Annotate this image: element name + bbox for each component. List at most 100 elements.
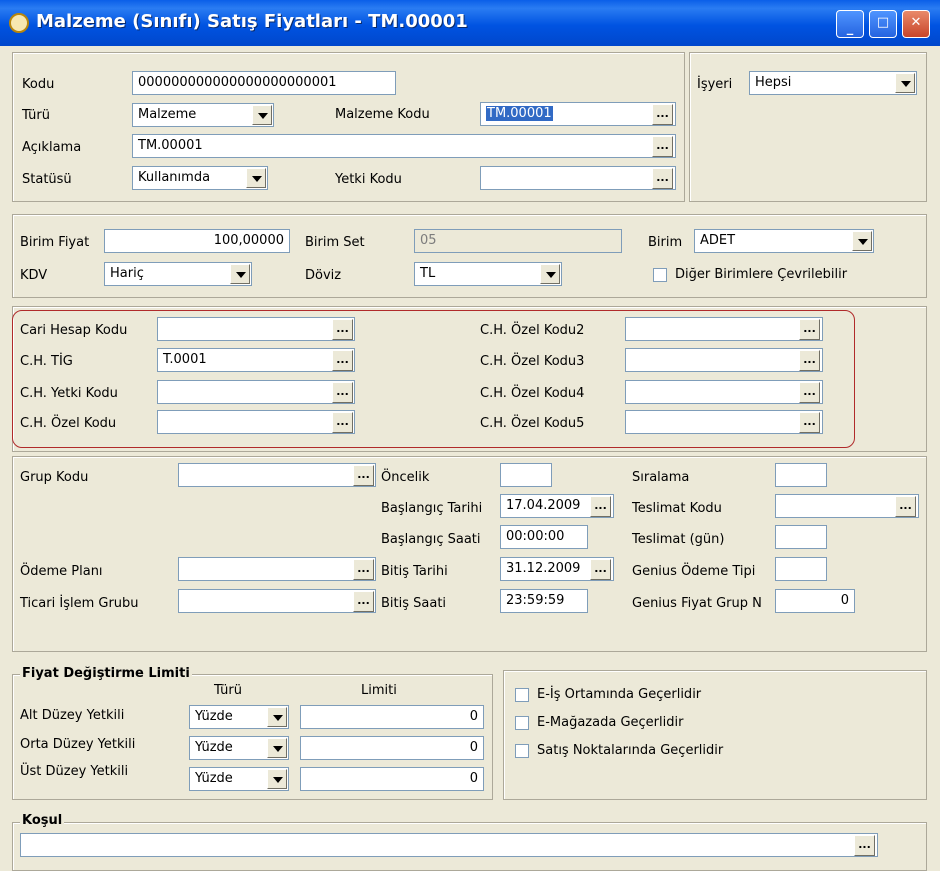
ozel3-input[interactable] xyxy=(625,348,823,372)
teslimat-gun-label: Teslimat (gün) xyxy=(632,532,725,547)
birim-select[interactable]: ADET xyxy=(694,229,874,253)
oncelik-input[interactable] xyxy=(500,463,552,487)
limit-type-value: Yüzde xyxy=(195,740,233,755)
maximize-button[interactable]: □ xyxy=(869,10,897,38)
cari-hesap-lookup-button[interactable]: ... xyxy=(332,319,353,340)
statusu-select[interactable]: Kullanımda xyxy=(132,166,268,190)
isyeri-select[interactable]: Hepsi xyxy=(749,71,917,95)
eis-checkbox[interactable] xyxy=(515,688,529,702)
teslimat-kodu-lookup-button[interactable]: ... xyxy=(895,496,916,517)
malzeme-kodu-lookup-button[interactable]: ... xyxy=(652,104,673,125)
yetki-kodu-input[interactable] xyxy=(480,166,676,190)
chevron-down-icon[interactable] xyxy=(252,105,272,125)
ozel5-label: C.H. Özel Kodu5 xyxy=(480,416,585,431)
grup-kodu-lookup-button[interactable]: ... xyxy=(353,465,374,486)
turu-label: Türü xyxy=(22,108,50,123)
ozel3-lookup-button[interactable]: ... xyxy=(799,350,820,371)
ticari-lookup-button[interactable]: ... xyxy=(353,591,374,612)
ozel2-input[interactable] xyxy=(625,317,823,341)
ozel2-lookup-button[interactable]: ... xyxy=(799,319,820,340)
tig-lookup-button[interactable]: ... xyxy=(332,350,353,371)
chevron-down-icon[interactable] xyxy=(246,168,266,188)
oncelik-label: Öncelik xyxy=(381,470,430,485)
aciklama-input[interactable]: TM.00001 xyxy=(132,134,676,158)
aciklama-label: Açıklama xyxy=(22,140,82,155)
cari-hesap-input[interactable] xyxy=(157,317,355,341)
bit-tarih-calendar-button[interactable]: ... xyxy=(590,559,611,580)
ch-ozel-input[interactable] xyxy=(157,410,355,434)
birim-set-input: 05 xyxy=(414,229,622,253)
kodu-input[interactable]: 000000000000000000000001 xyxy=(132,71,396,95)
emagaza-label: E-Mağazada Geçerlidir xyxy=(537,715,684,730)
chevron-down-icon[interactable] xyxy=(230,264,250,284)
bit-saat-input[interactable]: 23:59:59 xyxy=(500,589,588,613)
title-bar[interactable]: Malzeme (Sınıfı) Satış Fiyatları - TM.00… xyxy=(0,0,940,46)
genius-fiyat-input[interactable]: 0 xyxy=(775,589,855,613)
malzeme-kodu-value: TM.00001 xyxy=(486,106,553,121)
kdv-select[interactable]: Hariç xyxy=(104,262,252,286)
teslimat-gun-input[interactable] xyxy=(775,525,827,549)
kosul-lookup-button[interactable]: ... xyxy=(854,835,875,856)
convert-checkbox[interactable] xyxy=(653,268,667,282)
tig-input[interactable]: T.0001 xyxy=(157,348,355,372)
chevron-down-icon[interactable] xyxy=(267,707,287,727)
emagaza-checkbox[interactable] xyxy=(515,716,529,730)
odeme-plani-lookup-button[interactable]: ... xyxy=(353,559,374,580)
odeme-plani-input[interactable] xyxy=(178,557,376,581)
limit-type-select[interactable]: Yüzde xyxy=(189,736,289,760)
minimize-button[interactable]: _ xyxy=(836,10,864,38)
ticari-input[interactable] xyxy=(178,589,376,613)
window-title: Malzeme (Sınıfı) Satış Fiyatları - TM.00… xyxy=(36,11,468,32)
bas-saat-input[interactable]: 00:00:00 xyxy=(500,525,588,549)
birim-set-label: Birim Set xyxy=(305,235,365,250)
isyeri-value: Hepsi xyxy=(755,75,792,90)
limits-title: Fiyat Değiştirme Limiti xyxy=(20,666,192,681)
statusu-value: Kullanımda xyxy=(138,170,211,185)
grup-kodu-input[interactable] xyxy=(178,463,376,487)
ozel3-label: C.H. Özel Kodu3 xyxy=(480,354,585,369)
ch-yetki-label: C.H. Yetki Kodu xyxy=(20,386,118,401)
ozel5-input[interactable] xyxy=(625,410,823,434)
ch-ozel-lookup-button[interactable]: ... xyxy=(332,412,353,433)
limit-type-value: Yüzde xyxy=(195,709,233,724)
limit-type-select[interactable]: Yüzde xyxy=(189,767,289,791)
odeme-plani-label: Ödeme Planı xyxy=(20,564,103,579)
genius-odeme-input[interactable] xyxy=(775,557,827,581)
malzeme-kodu-input[interactable]: TM.00001 xyxy=(480,102,676,126)
limit-value-input[interactable]: 0 xyxy=(300,705,484,729)
chevron-down-icon[interactable] xyxy=(267,769,287,789)
ozel5-lookup-button[interactable]: ... xyxy=(799,412,820,433)
limit-value-input[interactable]: 0 xyxy=(300,767,484,791)
ticari-label: Ticari İşlem Grubu xyxy=(20,596,139,611)
kdv-value: Hariç xyxy=(110,266,144,281)
grup-kodu-label: Grup Kodu xyxy=(20,470,89,485)
birim-fiyat-input[interactable]: 100,00000 xyxy=(104,229,290,253)
turu-select[interactable]: Malzeme xyxy=(132,103,274,127)
doviz-label: Döviz xyxy=(305,268,342,283)
satis-checkbox[interactable] xyxy=(515,744,529,758)
statusu-label: Statüsü xyxy=(22,172,72,187)
ch-yetki-input[interactable] xyxy=(157,380,355,404)
aciklama-lookup-button[interactable]: ... xyxy=(652,136,673,157)
genius-odeme-label: Genius Ödeme Tipi xyxy=(632,564,756,579)
close-button[interactable]: ✕ xyxy=(902,10,930,38)
doviz-select[interactable]: TL xyxy=(414,262,562,286)
ozel4-lookup-button[interactable]: ... xyxy=(799,382,820,403)
kosul-input[interactable] xyxy=(20,833,878,857)
genius-fiyat-label: Genius Fiyat Grup N xyxy=(632,596,762,611)
ozel4-input[interactable] xyxy=(625,380,823,404)
bas-tarih-calendar-button[interactable]: ... xyxy=(590,496,611,517)
ch-ozel-label: C.H. Özel Kodu xyxy=(20,416,117,431)
chevron-down-icon[interactable] xyxy=(895,73,915,93)
siralama-input[interactable] xyxy=(775,463,827,487)
ch-yetki-lookup-button[interactable]: ... xyxy=(332,382,353,403)
yetki-kodu-lookup-button[interactable]: ... xyxy=(652,168,673,189)
chevron-down-icon[interactable] xyxy=(852,231,872,251)
limit-type-select[interactable]: Yüzde xyxy=(189,705,289,729)
tig-label: C.H. TİG xyxy=(20,354,73,369)
chevron-down-icon[interactable] xyxy=(267,738,287,758)
chevron-down-icon[interactable] xyxy=(540,264,560,284)
eis-label: E-İş Ortamında Geçerlidir xyxy=(537,687,702,702)
limit-value-input[interactable]: 0 xyxy=(300,736,484,760)
satis-label: Satış Noktalarında Geçerlidir xyxy=(537,743,724,758)
